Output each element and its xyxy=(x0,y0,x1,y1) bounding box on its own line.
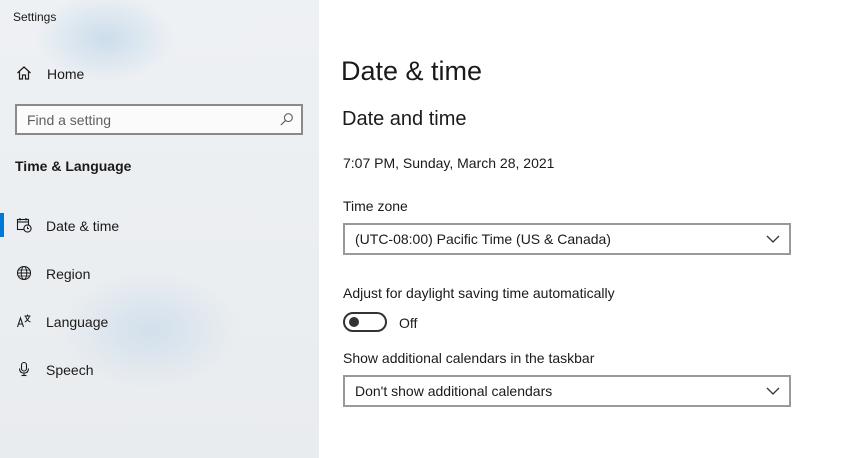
timezone-label: Time zone xyxy=(343,198,408,214)
active-indicator xyxy=(0,213,4,237)
microphone-icon xyxy=(18,361,30,377)
search-input[interactable] xyxy=(17,106,267,133)
timezone-value: (UTC-08:00) Pacific Time (US & Canada) xyxy=(355,231,611,247)
timezone-dropdown[interactable]: (UTC-08:00) Pacific Time (US & Canada) xyxy=(343,223,791,255)
sidebar: Settings Home Time & Language Date & tim… xyxy=(0,0,319,458)
search-icon[interactable] xyxy=(279,112,294,127)
globe-icon xyxy=(16,265,32,281)
page-title: Date & time xyxy=(341,56,483,86)
sidebar-item-label: Speech xyxy=(46,362,94,378)
calendars-dropdown[interactable]: Don't show additional calendars xyxy=(343,375,791,407)
sidebar-item-region[interactable]: Region xyxy=(0,256,319,290)
chevron-down-icon xyxy=(766,387,780,395)
sidebar-item-label: Date & time xyxy=(46,218,120,234)
current-datetime: 7:07 PM, Sunday, March 28, 2021 xyxy=(343,155,555,171)
calendars-value: Don't show additional calendars xyxy=(355,383,553,399)
daylight-saving-state: Off xyxy=(399,315,418,331)
home-nav-item[interactable]: Home xyxy=(0,58,319,88)
sidebar-item-speech[interactable]: Speech xyxy=(0,352,319,386)
home-icon xyxy=(17,66,31,80)
home-label: Home xyxy=(47,66,85,82)
calendars-label: Show additional calendars in the taskbar xyxy=(343,350,595,366)
chevron-down-icon xyxy=(766,235,780,243)
daylight-saving-toggle[interactable] xyxy=(343,312,387,332)
app-title: Settings xyxy=(13,10,57,24)
sidebar-item-label: Region xyxy=(46,266,91,282)
sidebar-item-date-time[interactable]: Date & time xyxy=(0,208,319,242)
calendar-clock-icon xyxy=(16,218,32,233)
section-title: Date and time xyxy=(342,108,467,130)
sidebar-item-language[interactable]: Language xyxy=(0,304,319,338)
toggle-knob xyxy=(349,317,359,327)
language-icon xyxy=(16,314,31,328)
search-box[interactable] xyxy=(15,104,303,135)
daylight-saving-label: Adjust for daylight saving time automati… xyxy=(343,285,615,301)
sidebar-item-label: Language xyxy=(46,314,109,330)
sidebar-section-title: Time & Language xyxy=(15,158,132,174)
